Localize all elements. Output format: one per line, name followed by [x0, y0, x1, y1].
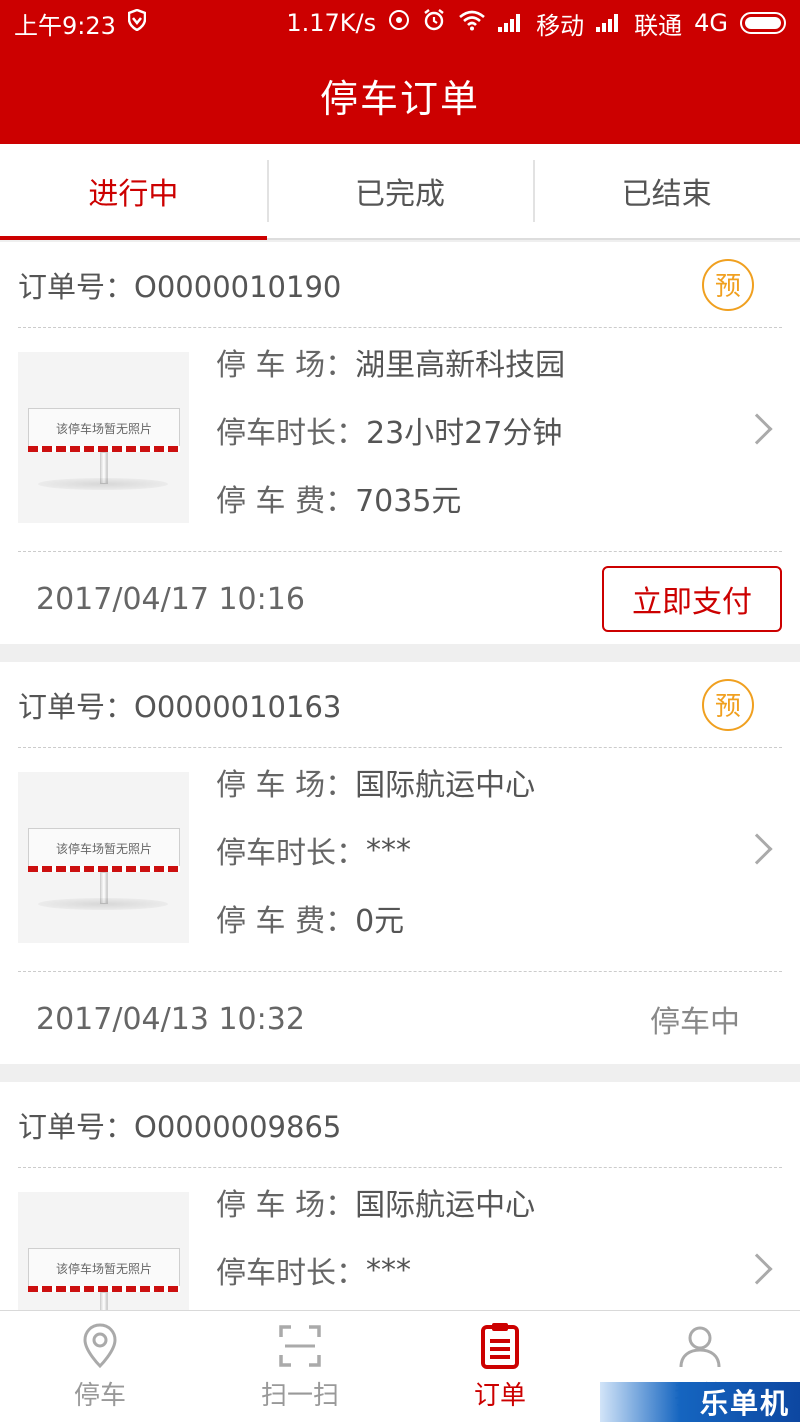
wifi-icon: [458, 9, 486, 37]
parking-status: 停车中: [650, 1005, 740, 1040]
order-card[interactable]: 订单号：O0000010190 预 该停车场暂无照片 停 车 场： 湖里高新科技园…: [0, 242, 800, 644]
reservation-badge: 预: [702, 258, 754, 311]
order-detail[interactable]: 该停车场暂无照片 停 车 场： 国际航运中心 停车时长： ***: [18, 1168, 782, 1322]
fee-value: 0元: [355, 904, 405, 939]
order-detail[interactable]: 该停车场暂无照片 停 车 场： 国际航运中心 停车时长： *** 停 车 费： 0元: [18, 748, 782, 972]
lot-name: 湖里高新科技园: [355, 348, 566, 383]
nav-label: 订单: [473, 1381, 526, 1411]
battery-icon: [740, 12, 786, 34]
pay-now-button[interactable]: 立即支付: [602, 566, 782, 632]
order-number: 订单号：O0000010190: [18, 269, 342, 304]
order-header: 订单号：O0000010163 预: [18, 662, 782, 748]
tab-completed[interactable]: 已完成: [266, 144, 534, 238]
network-type: 4G: [694, 9, 728, 37]
shield-icon: [127, 8, 147, 37]
nav-scan[interactable]: 扫一扫: [200, 1311, 400, 1422]
order-card[interactable]: 订单号：O0000010163 预 该停车场暂无照片 停 车 场： 国际航运中心 …: [0, 662, 800, 1064]
chevron-right-icon[interactable]: [741, 833, 773, 865]
reservation-badge: 预: [702, 678, 754, 731]
location-pin-icon: [83, 1323, 117, 1369]
fee-value: 7035元: [355, 484, 462, 519]
parking-lot-photo: 该停车场暂无照片: [18, 772, 189, 943]
duration-value: ***: [366, 832, 411, 868]
chevron-right-icon[interactable]: [741, 1253, 773, 1285]
duration-label: 停车时长：: [216, 416, 366, 451]
order-detail[interactable]: 该停车场暂无照片 停 车 场： 湖里高新科技园 停车时长： 23小时27分钟 停 车…: [18, 328, 782, 552]
order-time: 2017/04/17 10:16: [36, 581, 305, 617]
parking-lot-photo: 该停车场暂无照片: [18, 352, 189, 523]
order-header: 订单号：O0000009865: [18, 1082, 782, 1168]
status-bar: 上午9:23 1.17K/s 移动 联通 4G: [0, 0, 800, 46]
lot-label: 停 车 场：: [216, 768, 356, 803]
tab-in-progress[interactable]: 进行中: [0, 144, 267, 240]
top-bar: 上午9:23 1.17K/s 移动 联通 4G 停车订单: [0, 0, 800, 144]
carrier-2: 联通: [634, 11, 683, 40]
signal-icon: [498, 14, 524, 32]
lot-label: 停 车 场：: [216, 348, 356, 383]
duration-label: 停车时长：: [216, 1256, 366, 1291]
nav-label: 停车: [73, 1381, 126, 1411]
hotspot-icon: [388, 9, 410, 37]
order-number: 订单号：O0000010163: [18, 689, 342, 724]
carrier-1: 移动: [536, 11, 585, 40]
signal-icon: [596, 14, 622, 32]
tab-ended[interactable]: 已结束: [533, 144, 800, 238]
duration-value: 23小时27分钟: [366, 416, 563, 451]
no-photo-sign: 该停车场暂无照片: [28, 408, 180, 448]
scan-icon: [279, 1325, 321, 1367]
chevron-right-icon[interactable]: [741, 413, 773, 445]
order-list-icon: [481, 1323, 519, 1369]
order-footer: 2017/04/17 10:16 立即支付: [18, 552, 782, 646]
nav-orders[interactable]: 订单: [400, 1311, 600, 1422]
network-speed: 1.17K/s: [286, 9, 377, 37]
nav-parking[interactable]: 停车: [0, 1311, 200, 1422]
page-title: 停车订单: [319, 76, 480, 121]
order-header: 订单号：O0000010190 预: [18, 242, 782, 328]
lot-name: 国际航运中心: [355, 768, 536, 803]
order-card[interactable]: 订单号：O0000009865 该停车场暂无照片 停 车 场： 国际航运中心 停车…: [0, 1082, 800, 1322]
duration-label: 停车时长：: [216, 836, 366, 871]
alarm-icon: [422, 8, 446, 38]
nav-label: 扫一扫: [260, 1381, 339, 1411]
order-number: 订单号：O0000009865: [18, 1109, 342, 1144]
no-photo-sign: 该停车场暂无照片: [28, 828, 180, 868]
duration-value: ***: [366, 1252, 411, 1288]
fee-label: 停 车 费：: [216, 904, 356, 939]
lot-name: 国际航运中心: [355, 1188, 536, 1223]
no-photo-sign: 该停车场暂无照片: [28, 1248, 180, 1288]
parking-lot-photo: 该停车场暂无照片: [18, 1192, 189, 1322]
order-info: 停 车 场： 湖里高新科技园 停车时长： 23小时27分钟 停 车 费： 7035元: [216, 328, 565, 532]
order-footer: 2017/04/13 10:32 停车中: [18, 972, 782, 1066]
watermark-logo: 乐单机: [600, 1382, 800, 1422]
bottom-nav: 停车 扫一扫 订单 我的 乐单机: [0, 1310, 800, 1422]
order-time: 2017/04/13 10:32: [36, 1001, 305, 1037]
order-tabs: 进行中 已完成 已结束: [0, 144, 800, 240]
order-info: 停 车 场： 国际航运中心 停车时长： *** 停 车 费： 0元: [216, 748, 535, 952]
fee-label: 停 车 费：: [216, 484, 356, 519]
lot-label: 停 车 场：: [216, 1188, 356, 1223]
status-time: 上午9:23: [14, 11, 116, 40]
user-icon: [679, 1326, 721, 1368]
order-info: 停 车 场： 国际航运中心 停车时长： ***: [216, 1168, 535, 1304]
